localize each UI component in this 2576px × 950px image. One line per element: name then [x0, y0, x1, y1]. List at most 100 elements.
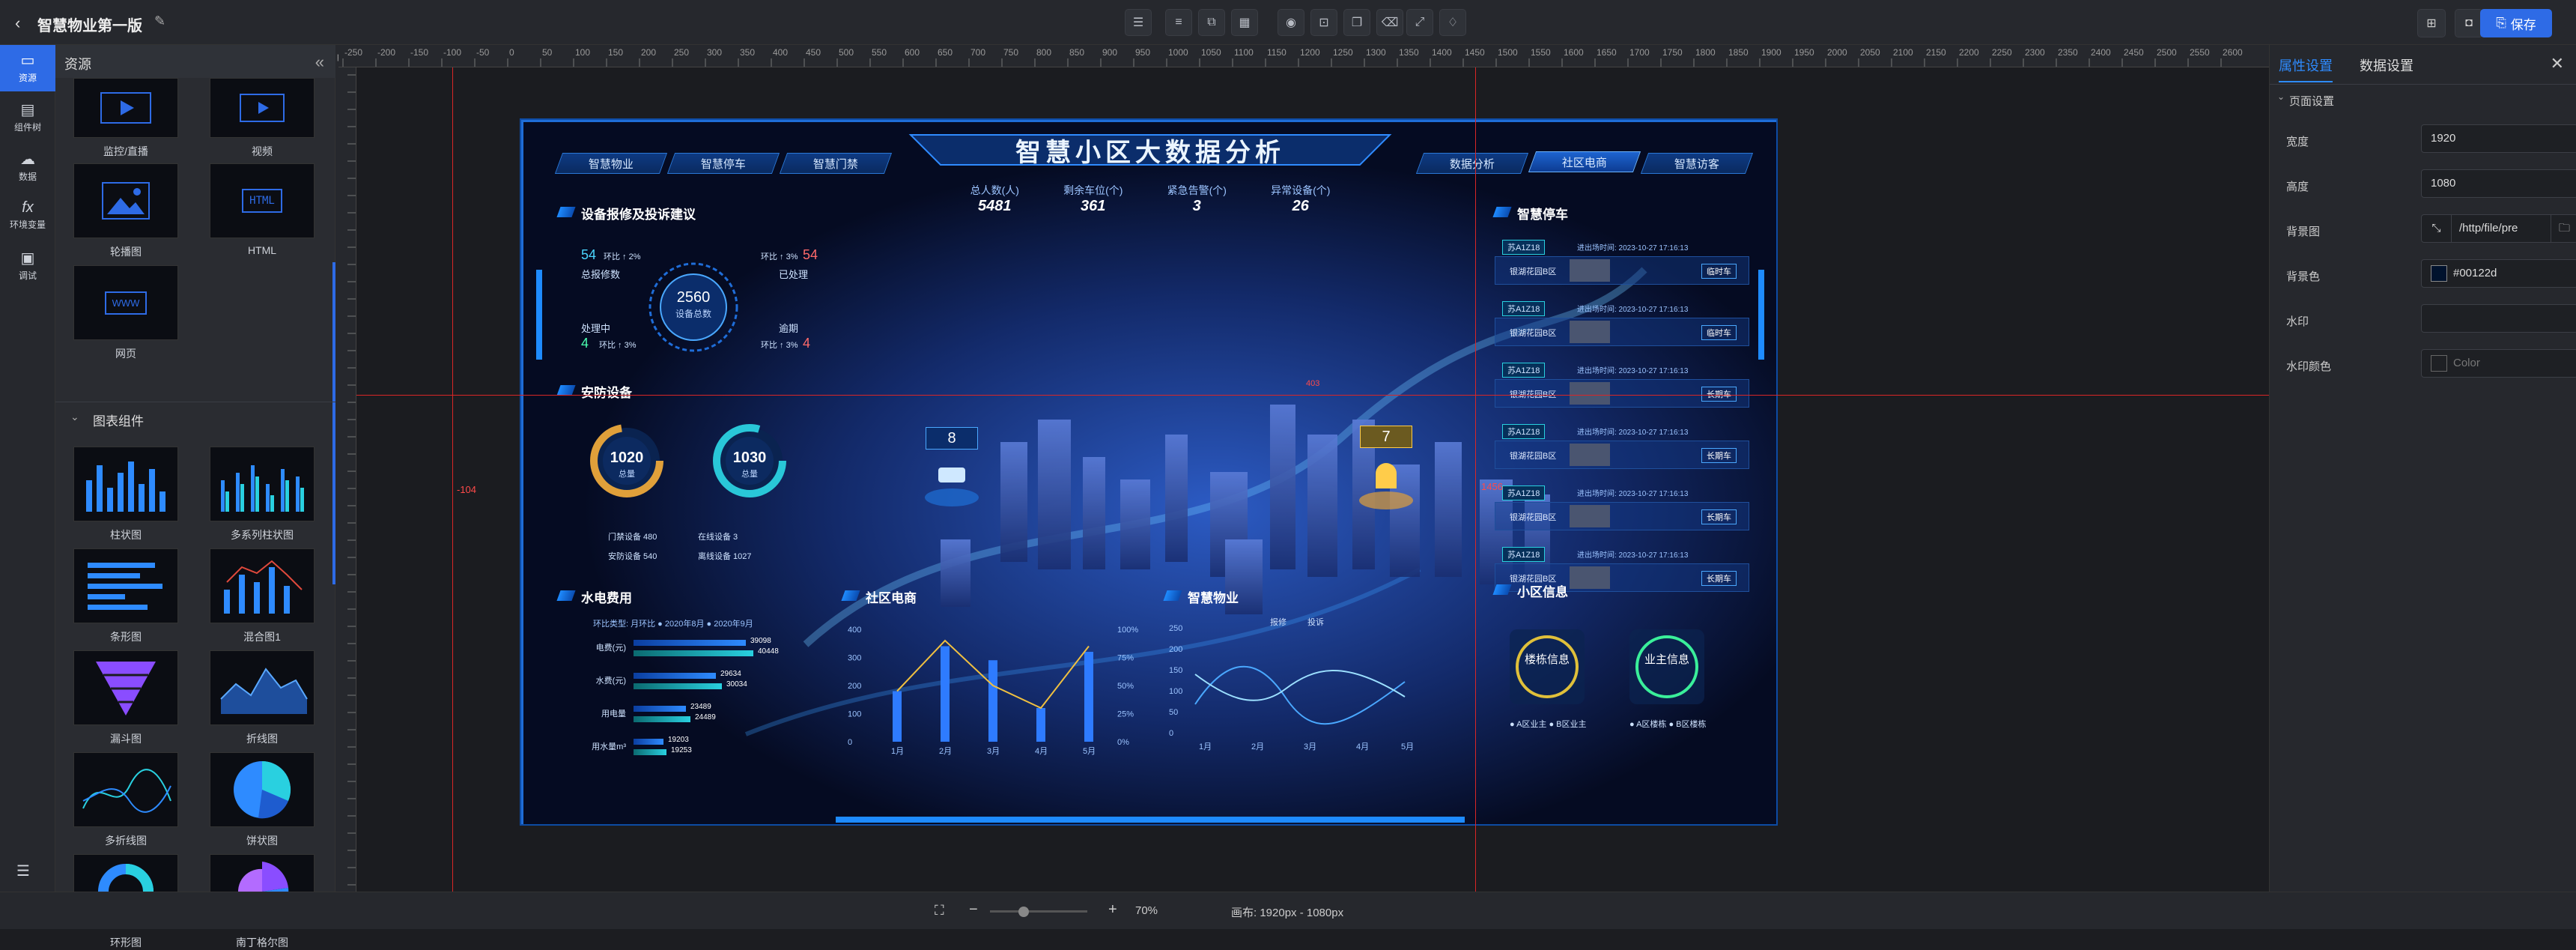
bg-image-input[interactable]: /http/file/pre — [2452, 215, 2551, 242]
plate-badge: 苏A1Z18 — [1502, 363, 1546, 378]
ecom-x-tick: 4月 — [1035, 747, 1048, 756]
nav-component-tree[interactable]: ▤ 组件树 — [0, 94, 55, 141]
comp-pie[interactable]: 饼状图 — [210, 752, 315, 848]
hydro-bar-a — [634, 706, 686, 712]
screen-nav-wuye[interactable]: 智慧物业 — [554, 153, 668, 174]
screen-nav-visitor[interactable]: 智慧访客 — [1640, 153, 1754, 174]
comp-webpage[interactable]: WWW 网页 — [73, 265, 178, 361]
section-page-settings[interactable]: 页面设置 — [2289, 93, 2334, 109]
parking-item[interactable]: 苏A1Z18 进出场时间: 2023-10-27 17:16:13 银湖花园B区 临时… — [1495, 240, 1749, 300]
layer-list-icon[interactable]: ☰ — [1125, 9, 1152, 36]
delete-icon[interactable]: ⌫ — [1376, 9, 1403, 36]
expand-icon[interactable]: ⤡ — [2422, 215, 2452, 242]
marker-camera-count[interactable]: 8 — [926, 427, 978, 450]
comp-line[interactable]: 折线图 — [210, 650, 315, 746]
nav-text: 社区电商 — [1561, 156, 1607, 169]
back-icon[interactable]: ‹ — [15, 13, 20, 33]
comp-carousel[interactable]: 轮播图 — [73, 163, 178, 259]
ecom-chart: 400 100% 300 75% 200 50% 100 25% 0 0% 1月 2月 3月 4月 5月 — [848, 626, 1138, 756]
fit-screen-icon[interactable]: ⛶ — [935, 903, 944, 919]
ruler-label: -50 — [476, 47, 490, 58]
section-ecom: 社区电商 — [843, 587, 917, 606]
top-bar: ‹ 智慧物业第一版 ✎ ☰ ≡ ⧉ ▦ ◉ ⊡ ❐ ⌫ ⤢ ♢ ⊞ ◘ ⎘ 保存 — [0, 0, 2576, 45]
folder-icon[interactable]: 🗀 — [2551, 215, 2576, 242]
comp-horizontal-bar[interactable]: 条形图 — [73, 548, 178, 644]
guide-vertical-2[interactable] — [1475, 67, 1476, 892]
lock-icon[interactable]: ⊡ — [1310, 9, 1337, 36]
color-swatch[interactable] — [2431, 265, 2447, 282]
comp-monitor[interactable]: 监控/直播 — [73, 78, 178, 159]
mixed-thumb — [210, 548, 315, 623]
align-icon[interactable]: ≡ — [1165, 9, 1192, 36]
marker-alarm-count[interactable]: 7 — [1360, 426, 1412, 448]
video-thumb — [210, 78, 315, 138]
layout-icon[interactable]: ⊞ — [2417, 9, 2446, 37]
eye-icon[interactable]: ◉ — [1278, 9, 1304, 36]
comp-html[interactable]: HTML HTML — [210, 163, 315, 256]
section-chart-components[interactable]: 图表组件 — [93, 411, 144, 429]
watermark-color-field[interactable]: Color — [2421, 349, 2576, 378]
ecom-bar — [941, 646, 950, 742]
group-icon[interactable]: ▦ — [1231, 9, 1258, 36]
nav-data[interactable]: ☁ 数据 — [0, 144, 55, 190]
fullscreen-icon[interactable]: ⤢ — [1406, 9, 1433, 36]
plate-badge: 苏A1Z18 — [1502, 301, 1546, 316]
parking-place: 银湖花园B区 — [1510, 452, 1557, 461]
nav-env-vars[interactable]: fx 环境变量 — [0, 193, 55, 240]
copy-icon[interactable]: ⧉ — [1198, 9, 1225, 36]
tab-data-settings[interactable]: 数据设置 — [2360, 55, 2414, 75]
screen-nav-access[interactable]: 智慧门禁 — [779, 153, 893, 174]
comp-mixed[interactable]: 混合图1 — [210, 548, 315, 644]
ruler-label: 2050 — [1860, 47, 1880, 58]
parking-item[interactable]: 苏A1Z18 进出场时间: 2023-10-27 17:16:13 银湖花园B区 长期… — [1495, 363, 1749, 423]
toolbar-view: ⤢ ♢ — [1406, 9, 1466, 36]
project-title: 智慧物业第一版 — [37, 18, 142, 34]
comp-multi-line[interactable]: 多折线图 — [73, 752, 178, 848]
parking-item[interactable]: 苏A1Z18 进出场时间: 2023-10-27 17:16:13 银湖花园B区 临时… — [1495, 301, 1749, 361]
dashboard-screen[interactable]: 智慧小区大数据分析 智慧物业 智慧停车 智慧门禁 数据分析 社区电商 智慧访客 … — [520, 118, 1778, 826]
ruler-label: -250 — [344, 47, 362, 58]
width-input[interactable]: 1920 — [2421, 124, 2576, 153]
screen-nav-parking[interactable]: 智慧停车 — [666, 153, 780, 174]
duplicate-icon[interactable]: ❐ — [1343, 9, 1370, 36]
chevron-down-icon[interactable]: ⌄ — [2277, 91, 2285, 102]
close-icon[interactable]: ✕ — [2551, 54, 2564, 73]
top-stats: 总人数(人) 5481 剩余车位(个) 361 紧急告警(个) 3 异常设备(个) 26 — [948, 183, 1352, 228]
watermark-input[interactable] — [2421, 304, 2576, 333]
save-button[interactable]: ⎘ 保存 — [2480, 9, 2552, 37]
tab-properties[interactable]: 属性设置 — [2279, 55, 2333, 82]
zoom-out-button[interactable]: − — [969, 901, 978, 919]
comp-multi-bar[interactable]: 多系列柱状图 — [210, 447, 315, 542]
menu-icon[interactable]: ☰ — [16, 862, 30, 880]
comp-video[interactable]: 视频 — [210, 78, 315, 159]
height-input[interactable]: 1080 — [2421, 169, 2576, 198]
parking-item[interactable]: 苏A1Z18 进出场时间: 2023-10-27 17:16:13 银湖花园B区 长期… — [1495, 485, 1749, 545]
bulb-icon[interactable]: ♢ — [1439, 9, 1466, 36]
ecom-x-tick: 2月 — [939, 747, 952, 756]
screen-nav-ecom[interactable]: 社区电商 — [1528, 151, 1641, 172]
edit-title-icon[interactable]: ✎ — [154, 13, 165, 29]
guide-vertical-1[interactable] — [452, 67, 453, 892]
wuye-y-tick: 150 — [1169, 666, 1182, 675]
zoom-slider-handle[interactable] — [1018, 907, 1029, 917]
comp-label: 饼状图 — [246, 835, 278, 847]
comp-funnel[interactable]: 漏斗图 — [73, 650, 178, 746]
screen-nav-analysis[interactable]: 数据分析 — [1415, 153, 1529, 174]
nav-debug[interactable]: ▣ 调试 — [0, 243, 55, 289]
ruler-label: 1750 — [1662, 47, 1683, 58]
fx-icon: fx — [22, 199, 34, 216]
comp-bar[interactable]: 柱状图 — [73, 447, 178, 542]
nav-resources[interactable]: ▭ 资源 — [0, 45, 55, 91]
expand-icon[interactable]: ⌄ — [70, 411, 79, 423]
zoom-slider[interactable] — [990, 907, 1087, 917]
parking-item[interactable]: 苏A1Z18 进出场时间: 2023-10-27 17:16:13 银湖花园B区 长期… — [1495, 424, 1749, 484]
canvas-area[interactable]: 智慧小区大数据分析 智慧物业 智慧停车 智慧门禁 数据分析 社区电商 智慧访客 … — [356, 67, 2269, 892]
zoom-in-button[interactable]: + — [1108, 901, 1117, 919]
section-wuye: 智慧物业 — [1165, 587, 1239, 606]
bg-color-field[interactable]: #00122d — [2421, 259, 2576, 288]
guide-horizontal[interactable] — [356, 395, 2269, 396]
color-swatch[interactable] — [2431, 355, 2447, 372]
carousel-thumb — [73, 163, 178, 238]
collapse-icon[interactable]: « — [315, 52, 324, 72]
camera-icon[interactable]: ◘ — [2455, 9, 2483, 37]
